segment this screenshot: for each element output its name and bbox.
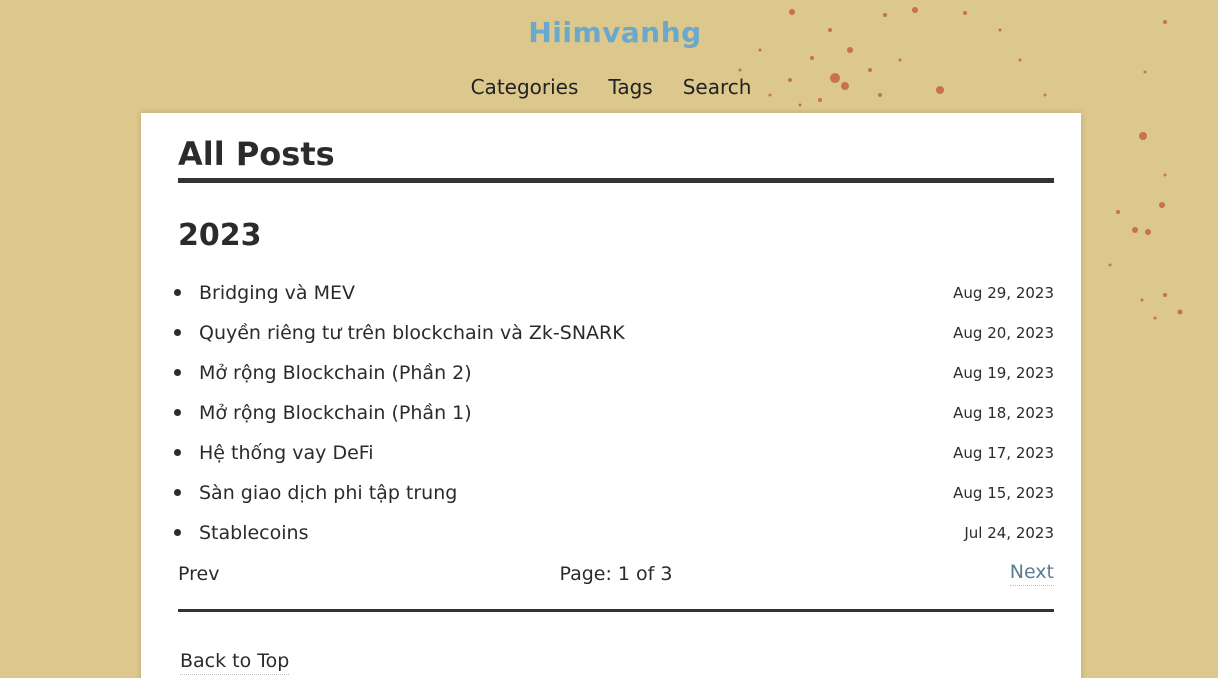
main-nav: Categories Tags Search: [0, 75, 1218, 99]
post-date: Aug 29, 2023: [953, 284, 1054, 302]
list-item: Sàn giao dịch phi tập trung Aug 15, 2023: [174, 473, 1054, 513]
post-list: Bridging và MEV Aug 29, 2023 Quyền riêng…: [174, 273, 1054, 553]
bullet-icon: [174, 489, 181, 496]
post-link[interactable]: Mở rộng Blockchain (Phần 2): [199, 362, 472, 384]
nav-item-categories[interactable]: Categories: [471, 75, 579, 99]
post-date: Aug 18, 2023: [953, 404, 1054, 422]
post-date: Aug 19, 2023: [953, 364, 1054, 382]
content-card: All Posts 2023 Bridging và MEV Aug 29, 2…: [141, 113, 1081, 678]
bullet-icon: [174, 449, 181, 456]
post-link[interactable]: Sàn giao dịch phi tập trung: [199, 482, 457, 504]
bullet-icon: [174, 369, 181, 376]
list-item: Quyền riêng tư trên blockchain và Zk-SNA…: [174, 313, 1054, 353]
nav-item-search[interactable]: Search: [683, 75, 752, 99]
bottom-divider: [178, 609, 1054, 612]
bullet-icon: [174, 529, 181, 536]
page-indicator: Page: 1 of 3: [559, 563, 673, 585]
post-link[interactable]: Stablecoins: [199, 522, 308, 544]
post-link[interactable]: Mở rộng Blockchain (Phần 1): [199, 402, 472, 424]
bullet-icon: [174, 329, 181, 336]
bullet-icon: [174, 289, 181, 296]
list-item: Mở rộng Blockchain (Phần 1) Aug 18, 2023: [174, 393, 1054, 433]
post-link[interactable]: Bridging và MEV: [199, 282, 355, 304]
page: Hiimvanhg Categories Tags Search All Pos…: [0, 0, 1218, 678]
post-date: Aug 15, 2023: [953, 484, 1054, 502]
list-item: Hệ thống vay DeFi Aug 17, 2023: [174, 433, 1054, 473]
list-item: Stablecoins Jul 24, 2023: [174, 513, 1054, 553]
pagination: Prev Page: 1 of 3 Next: [178, 555, 1054, 595]
list-item: Bridging và MEV Aug 29, 2023: [174, 273, 1054, 313]
page-title: All Posts: [178, 135, 335, 173]
content-inner: All Posts 2023 Bridging và MEV Aug 29, 2…: [174, 113, 1054, 675]
post-date: Aug 17, 2023: [953, 444, 1054, 462]
site-title[interactable]: Hiimvanhg: [0, 16, 1218, 49]
nav-item-tags[interactable]: Tags: [608, 75, 652, 99]
post-link[interactable]: Hệ thống vay DeFi: [199, 442, 374, 464]
post-link[interactable]: Quyền riêng tư trên blockchain và Zk-SNA…: [199, 322, 625, 344]
post-date: Jul 24, 2023: [964, 524, 1054, 542]
back-to-top-link[interactable]: Back to Top: [180, 650, 290, 675]
list-item: Mở rộng Blockchain (Phần 2) Aug 19, 2023: [174, 353, 1054, 393]
year-heading: 2023: [178, 218, 262, 253]
bullet-icon: [174, 409, 181, 416]
post-date: Aug 20, 2023: [953, 324, 1054, 342]
next-page-button[interactable]: Next: [1009, 561, 1054, 586]
title-divider: [178, 178, 1054, 183]
